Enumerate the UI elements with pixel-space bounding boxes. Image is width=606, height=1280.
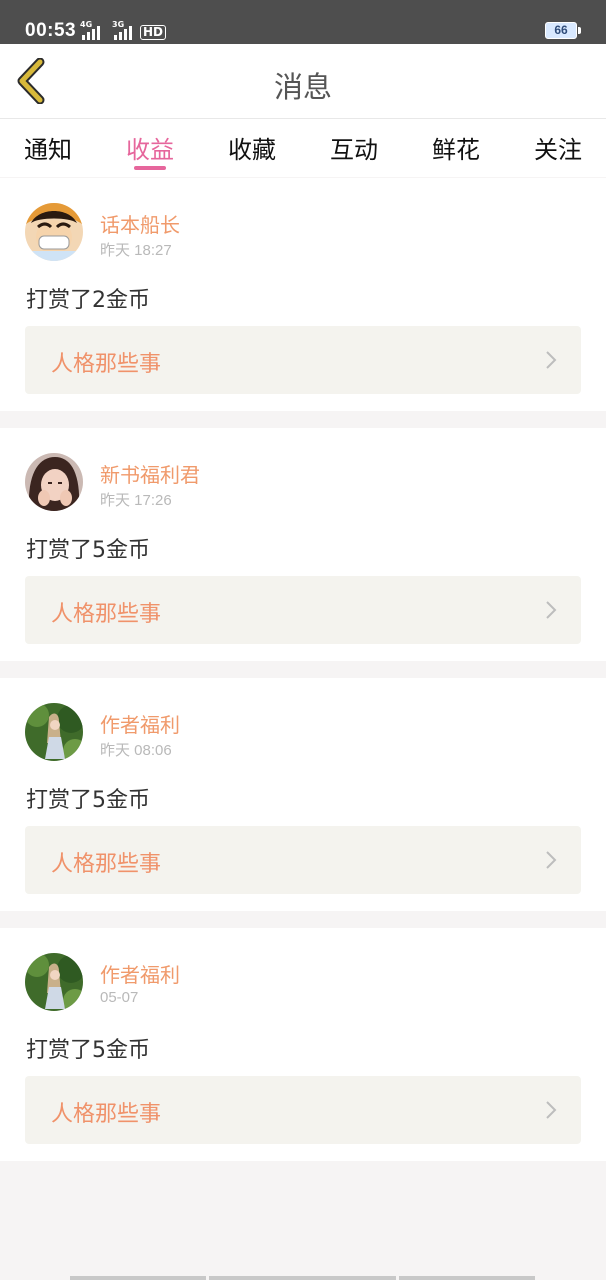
book-title: 人格那些事	[51, 352, 162, 377]
avatar[interactable]	[25, 453, 83, 511]
message-text: 打赏了5金币	[26, 1038, 150, 1063]
message-text: 打赏了5金币	[26, 788, 150, 813]
book-link[interactable]: 人格那些事	[25, 326, 581, 394]
network-indicators: 4G 3G HD	[80, 18, 167, 40]
avatar[interactable]	[25, 203, 83, 261]
message-card: 话本船长 昨天 18:27 打赏了2金币 人格那些事	[0, 178, 606, 411]
nav-bar-center[interactable]	[209, 1276, 396, 1280]
battery-icon: 66	[545, 22, 581, 39]
hd-icon: HD	[140, 25, 167, 40]
tab-interactions[interactable]: 互动	[330, 119, 378, 177]
message-text: 打赏了5金币	[26, 538, 150, 563]
sender-name[interactable]: 作者福利	[100, 709, 180, 738]
book-link[interactable]: 人格那些事	[25, 1076, 581, 1144]
sender-name[interactable]: 新书福利君	[100, 459, 200, 488]
signal-4g-icon: 4G	[80, 20, 100, 40]
message-time: 昨天 08:06	[100, 742, 172, 759]
message-time: 昨天 18:27	[100, 242, 172, 259]
sender-name[interactable]: 话本船长	[100, 209, 180, 238]
signal-3g-icon: 3G	[112, 20, 132, 40]
tab-earnings[interactable]: 收益	[126, 119, 174, 177]
message-time: 昨天 17:26	[100, 492, 172, 509]
sender-name[interactable]: 作者福利	[100, 959, 180, 988]
nav-bar-left[interactable]	[70, 1276, 206, 1280]
nav-bar-right[interactable]	[399, 1276, 535, 1280]
status-time: 00:53	[25, 20, 77, 41]
book-title: 人格那些事	[51, 1102, 162, 1127]
message-card: 作者福利 昨天 08:06 打赏了5金币 人格那些事	[0, 678, 606, 911]
book-link[interactable]: 人格那些事	[25, 826, 581, 894]
chevron-right-icon	[546, 1101, 557, 1119]
avatar[interactable]	[25, 703, 83, 761]
avatar[interactable]	[25, 953, 83, 1011]
book-title: 人格那些事	[51, 852, 162, 877]
status-bar: 00:53 4G 3G HD 66	[0, 0, 606, 44]
tab-flowers[interactable]: 鲜花	[432, 119, 480, 177]
message-time: 05-07	[100, 989, 139, 1006]
chevron-right-icon	[546, 851, 557, 869]
chevron-right-icon	[546, 601, 557, 619]
message-text: 打赏了2金币	[26, 288, 150, 313]
tab-bar: 通知 收益 收藏 互动 鲜花 关注	[0, 119, 606, 177]
message-card: 作者福利 05-07 打赏了5金币 人格那些事	[0, 928, 606, 1161]
page-title: 消息	[273, 70, 332, 104]
top-bar: 消息	[0, 44, 606, 119]
chevron-right-icon	[546, 351, 557, 369]
tab-follows[interactable]: 关注	[534, 119, 582, 177]
tab-notifications[interactable]: 通知	[24, 119, 72, 177]
book-title: 人格那些事	[51, 602, 162, 627]
message-card: 新书福利君 昨天 17:26 打赏了5金币 人格那些事	[0, 428, 606, 661]
tab-favorites[interactable]: 收藏	[228, 119, 276, 177]
book-link[interactable]: 人格那些事	[25, 576, 581, 644]
